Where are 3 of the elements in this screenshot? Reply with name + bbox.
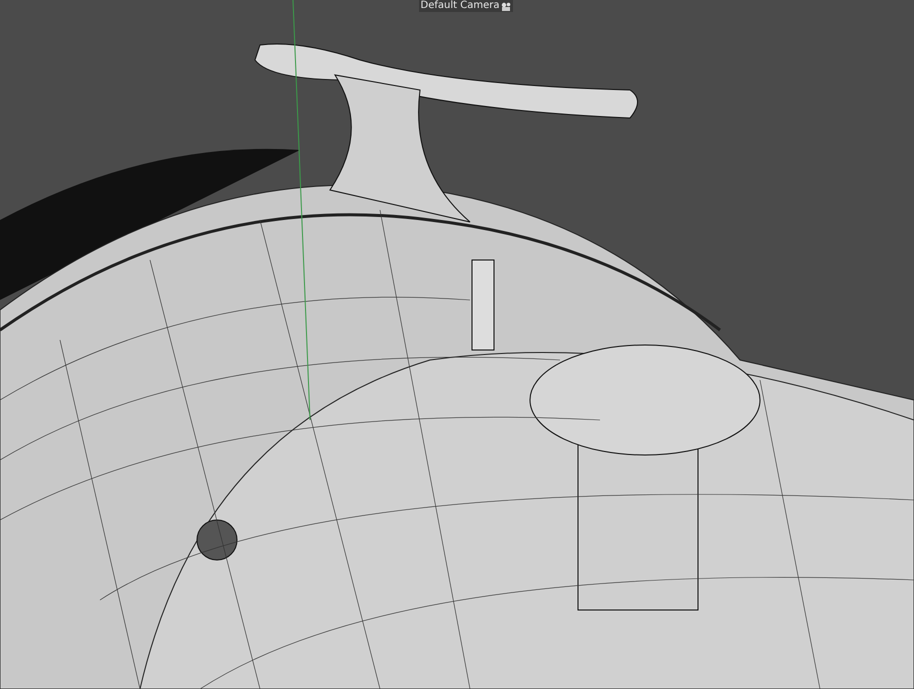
camera-label[interactable]: Default Camera [418, 0, 514, 12]
camera-name: Default Camera [420, 0, 500, 12]
camera-icon [501, 2, 512, 10]
